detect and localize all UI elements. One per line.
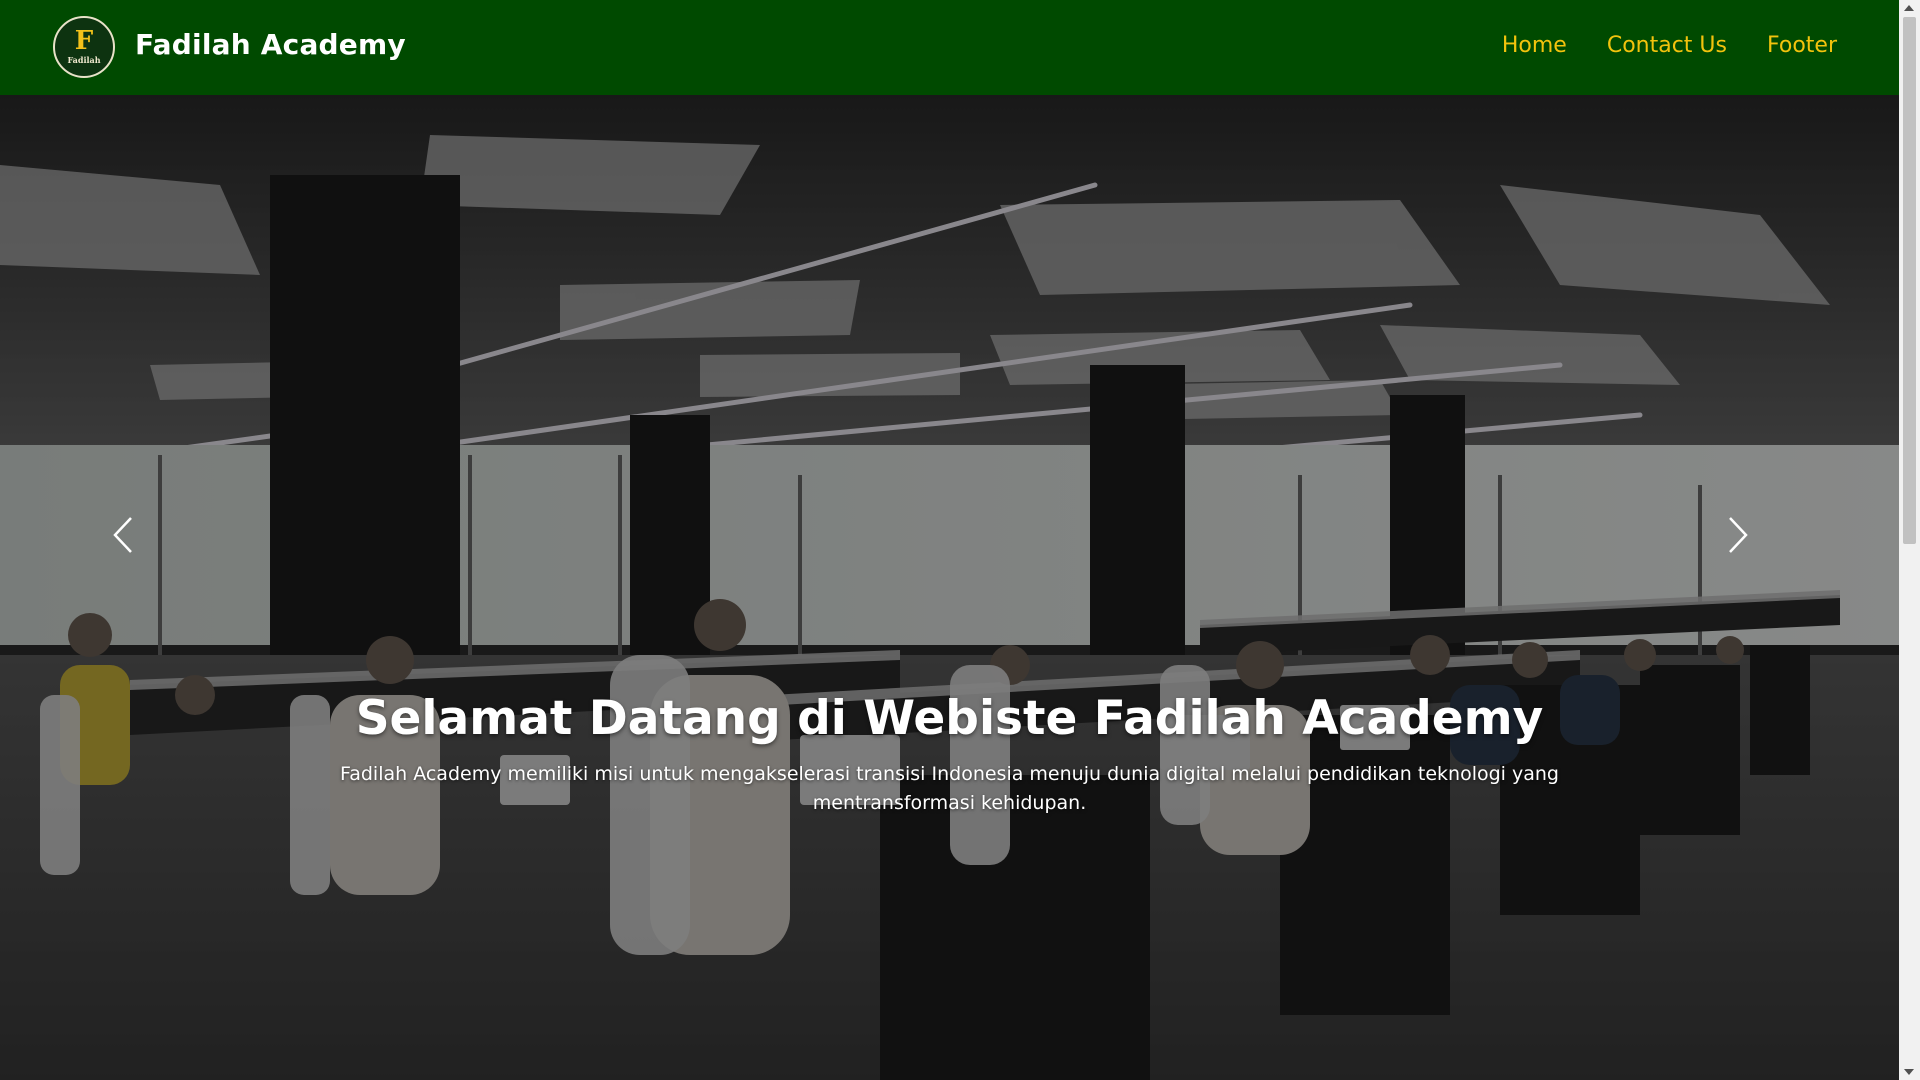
carousel-next-button[interactable] [1727,515,1787,595]
nav-link-footer[interactable]: Footer [1767,33,1837,58]
page: F Fadilah Fadilah Academy Home Contact U… [0,0,1920,1080]
chevron-left-icon [113,517,132,553]
nav-links: Home Contact Us Footer [1502,33,1837,58]
scroll-up-icon[interactable] [1904,5,1914,11]
nav-link-contact-us[interactable]: Contact Us [1607,33,1727,58]
hero-overlay [0,95,1899,1080]
logo-text: Fadilah [67,55,101,65]
navbar: F Fadilah Fadilah Academy Home Contact U… [0,0,1899,95]
chevron-right-icon [1729,517,1748,553]
hero-caption: Selamat Datang di Webiste Fadilah Academ… [0,691,1899,818]
carousel-prev-button[interactable] [112,515,172,595]
scroll-down-icon[interactable] [1904,1069,1914,1075]
hero-title: Selamat Datang di Webiste Fadilah Academ… [355,691,1544,746]
brand-link[interactable]: F Fadilah Fadilah Academy [53,16,406,78]
hero-text: Fadilah Academy memiliki misi untuk meng… [340,763,1559,814]
nav-link-home[interactable]: Home [1502,33,1567,58]
scroll-thumb[interactable] [1903,17,1916,544]
logo-letter: F [74,26,94,56]
page-scrollbar[interactable] [1899,0,1920,1080]
brand-name: Fadilah Academy [135,27,406,61]
hero-carousel [0,95,1899,1080]
fadilah-logo: F Fadilah [53,16,115,78]
